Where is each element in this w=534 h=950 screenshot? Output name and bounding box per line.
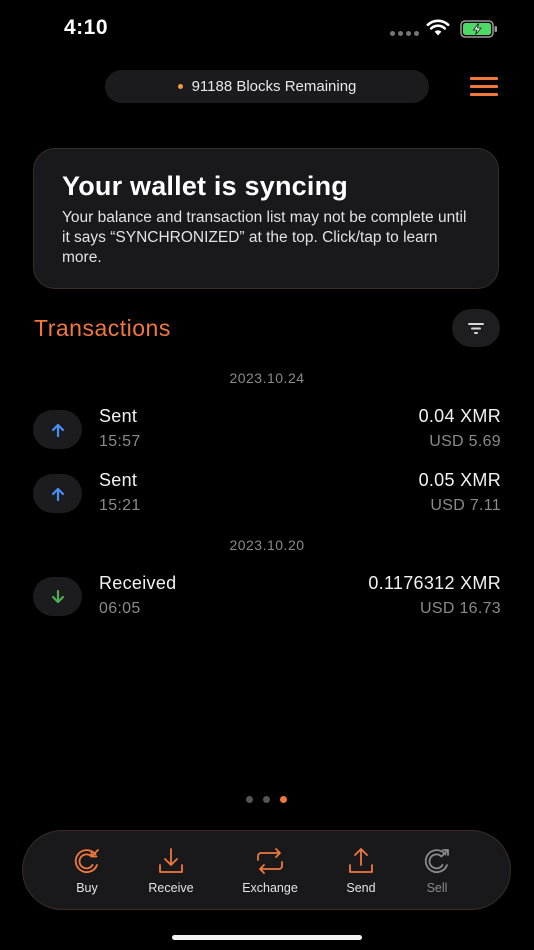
upload-icon bbox=[349, 848, 373, 873]
page-dot[interactable] bbox=[263, 796, 270, 803]
exchange-icon bbox=[257, 848, 283, 874]
sync-card-body: Your balance and transaction list may no… bbox=[62, 209, 467, 266]
transaction-time: 06:05 bbox=[99, 600, 141, 617]
page-dot-active[interactable] bbox=[280, 796, 287, 803]
battery-icon bbox=[460, 20, 497, 38]
transaction-row[interactable]: Sent 15:21 0.05 XMR USD 7.11 bbox=[33, 470, 501, 522]
sync-indicator-dot bbox=[177, 84, 183, 89]
sell-label: Sell bbox=[426, 881, 448, 895]
buy-icon bbox=[74, 849, 99, 874]
transaction-type: Received bbox=[99, 573, 177, 593]
sent-arrow-icon bbox=[33, 410, 82, 449]
transaction-fiat-value: USD 5.69 bbox=[429, 433, 501, 450]
transaction-fiat-value: USD 7.11 bbox=[430, 497, 501, 514]
transaction-amount: 0.1176312 XMR bbox=[368, 573, 501, 593]
signal-icon bbox=[390, 31, 419, 36]
exchange-label: Exchange bbox=[242, 881, 298, 895]
menu-icon[interactable] bbox=[470, 77, 498, 97]
send-label: Send bbox=[346, 881, 376, 895]
transaction-amount: 0.04 XMR bbox=[418, 406, 501, 426]
receive-label: Receive bbox=[148, 881, 194, 895]
page-dot[interactable] bbox=[246, 796, 253, 803]
filter-icon bbox=[468, 323, 484, 334]
filter-button[interactable] bbox=[452, 309, 500, 347]
download-icon bbox=[159, 848, 183, 873]
exchange-button[interactable]: Exchange bbox=[230, 845, 310, 895]
sent-arrow-icon bbox=[33, 474, 82, 513]
sell-icon bbox=[424, 849, 449, 874]
buy-label: Buy bbox=[76, 881, 98, 895]
transaction-time: 15:57 bbox=[99, 433, 141, 450]
transaction-row[interactable]: Received 06:05 0.1176312 XMR USD 16.73 bbox=[33, 573, 501, 625]
transaction-type: Sent bbox=[99, 470, 138, 490]
transaction-time: 15:21 bbox=[99, 497, 141, 514]
page-indicator bbox=[246, 796, 287, 803]
date-header: 2023.10.24 bbox=[229, 370, 305, 386]
sync-card-title: Your wallet is syncing bbox=[62, 171, 348, 201]
sync-status-text: 91188 Blocks Remaining bbox=[191, 78, 357, 95]
send-button[interactable]: Send bbox=[321, 845, 401, 895]
buy-button[interactable]: Buy bbox=[47, 845, 127, 895]
home-indicator[interactable] bbox=[172, 935, 362, 940]
sync-status-pill[interactable]: 91188 Blocks Remaining bbox=[105, 70, 429, 103]
status-bar: 4:10 bbox=[0, 0, 534, 60]
wifi-icon bbox=[426, 19, 450, 36]
received-arrow-icon bbox=[33, 577, 82, 616]
status-time: 4:10 bbox=[64, 16, 109, 39]
transaction-fiat-value: USD 16.73 bbox=[420, 600, 501, 617]
transactions-title: Transactions bbox=[34, 315, 171, 341]
date-header: 2023.10.20 bbox=[229, 537, 305, 553]
sync-info-card[interactable]: Your wallet is syncing Your balance and … bbox=[33, 148, 499, 289]
transaction-amount: 0.05 XMR bbox=[418, 470, 501, 490]
transaction-row[interactable]: Sent 15:57 0.04 XMR USD 5.69 bbox=[33, 406, 501, 458]
sell-button[interactable]: Sell bbox=[397, 845, 477, 895]
receive-button[interactable]: Receive bbox=[131, 845, 211, 895]
transaction-type: Sent bbox=[99, 406, 138, 426]
action-bar: Buy Receive Exchange Send Sell bbox=[22, 830, 511, 910]
